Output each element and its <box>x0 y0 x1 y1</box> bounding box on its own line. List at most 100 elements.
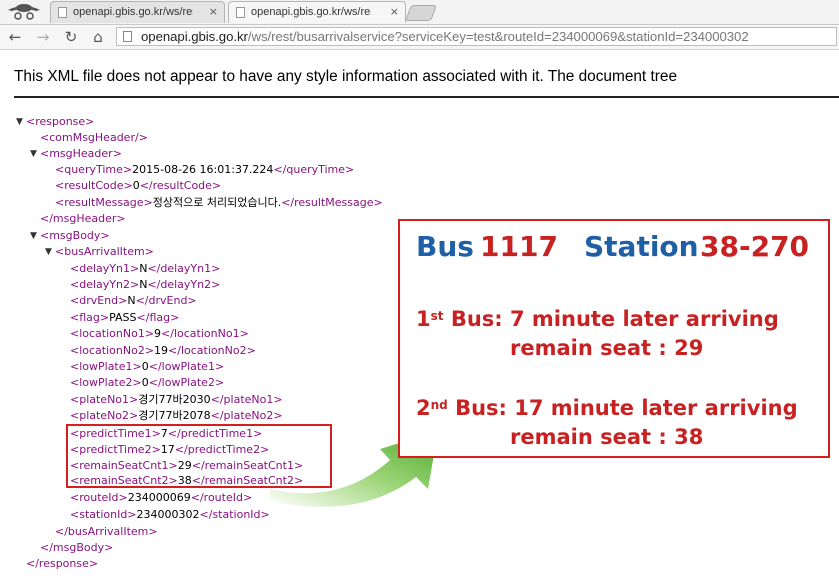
forward-button[interactable]: → <box>34 28 52 46</box>
xml-tag: <delayYn1> <box>70 262 140 275</box>
divider <box>14 96 839 98</box>
xml-value: 19 <box>154 344 169 357</box>
arrival-callout: Bus 1117 Station 38-270 1st Bus: 7 minut… <box>398 219 830 458</box>
tab-2[interactable]: openapi.gbis.go.kr/ws/res × <box>228 1 406 23</box>
collapse-toggle-icon[interactable]: ▼ <box>30 231 37 241</box>
xml-line: <busArrivalItem> <box>55 245 154 259</box>
address-bar[interactable]: openapi.gbis.go.kr/ws/rest/busarrivalser… <box>116 27 837 46</box>
xml-line: <stationId>234000302</stationId> <box>70 508 270 522</box>
xml-value: 234000302 <box>136 508 200 521</box>
xml-tag: </queryTime> <box>273 163 355 176</box>
xml-value: 0 <box>132 179 140 192</box>
xml-value: 9 <box>154 327 162 340</box>
home-button[interactable]: ⌂ <box>89 28 107 46</box>
xml-tag: <routeId> <box>70 491 128 504</box>
xml-line: </busArrivalItem> <box>55 525 158 539</box>
xml-tag: </delayYn1> <box>147 262 221 275</box>
xml-line: <delayYn2>N</delayYn2> <box>70 278 220 292</box>
xml-tag: </lowPlate2> <box>148 376 225 389</box>
xml-line: <lowPlate1>0</lowPlate1> <box>70 360 224 374</box>
station-label: Station <box>584 230 699 263</box>
xml-tag: </resultMessage> <box>281 196 383 209</box>
xml-line: <response> <box>26 115 94 129</box>
tab-close-icon[interactable]: × <box>390 5 399 18</box>
xml-line: <resultMessage>정상적으로 처리되었습니다.</resultMes… <box>55 196 383 210</box>
xml-value: 0 <box>141 376 149 389</box>
xml-tag: </msgBody> <box>40 541 114 554</box>
xml-line: </msgHeader> <box>40 212 126 226</box>
browser-toolbar: ← → ↻ ⌂ openapi.gbis.go.kr/ws/rest/busar… <box>0 25 839 50</box>
xml-line: <queryTime>2015-08-26 16:01:37.224</quer… <box>55 163 354 177</box>
xml-line: <routeId>234000069</routeId> <box>70 491 252 505</box>
xml-line: <plateNo1>경기77바2030</plateNo1> <box>70 393 283 407</box>
xml-line: </response> <box>26 557 98 571</box>
bus-number: 1117 <box>480 230 558 263</box>
xml-tag: <response> <box>26 115 95 128</box>
url-path: /ws/rest/busarrivalservice?serviceKey=te… <box>247 29 749 44</box>
xml-tag: <lowPlate2> <box>70 376 142 389</box>
xml-line: <delayYn1>N</delayYn1> <box>70 262 220 276</box>
xml-line: <plateNo2>경기77바2078</plateNo2> <box>70 409 283 423</box>
xml-tag: </response> <box>26 557 99 570</box>
second-ordinal: 2 <box>416 396 431 420</box>
tab-1[interactable]: openapi.gbis.go.kr/ws/res × <box>50 1 225 23</box>
xml-tag: </routeId> <box>190 491 253 504</box>
xml-tag: <lowPlate1> <box>70 360 142 373</box>
xml-value: 0 <box>141 360 149 373</box>
xml-tag: <busArrivalItem> <box>55 245 154 258</box>
collapse-toggle-icon[interactable]: ▼ <box>45 247 52 257</box>
xml-style-notice: This XML file does not appear to have an… <box>14 68 678 85</box>
second-ordinal-suffix: nd <box>430 398 448 412</box>
xml-tag: <delayYn2> <box>70 278 140 291</box>
xml-value: 경기77바2078 <box>138 409 211 422</box>
xml-value: PASS <box>109 311 137 324</box>
collapse-toggle-icon[interactable]: ▼ <box>30 149 37 159</box>
page-favicon-icon <box>58 7 67 18</box>
xml-line: <flag>PASS</flag> <box>70 311 179 325</box>
xml-line: <locationNo2>19</locationNo2> <box>70 344 256 358</box>
first-bus-text: Bus: 7 minute later arriving <box>443 307 779 331</box>
back-button[interactable]: ← <box>6 28 24 46</box>
xml-value: 2015-08-26 16:01:37.224 <box>132 163 274 176</box>
collapse-toggle-icon[interactable]: ▼ <box>16 117 23 127</box>
tab-title: openapi.gbis.go.kr/ws/res <box>251 6 371 18</box>
xml-tag: <locationNo2> <box>70 344 155 357</box>
second-bus-seat: remain seat : 38 <box>510 425 704 449</box>
xml-line: </msgBody> <box>40 541 113 555</box>
second-bus-text: Bus: 17 minute later arriving <box>447 396 798 420</box>
first-ordinal: 1 <box>416 307 431 331</box>
station-number: 38-270 <box>700 230 810 263</box>
xml-line: <drvEnd>N</drvEnd> <box>70 294 197 308</box>
reload-button[interactable]: ↻ <box>62 28 80 46</box>
page-icon <box>123 31 132 42</box>
xml-line: <resultCode>0</resultCode> <box>55 179 221 193</box>
xml-tag: </lowPlate1> <box>148 360 225 373</box>
tab-strip: openapi.gbis.go.kr/ws/res × openapi.gbis… <box>0 0 839 25</box>
url-host: openapi.gbis.go.kr <box>141 29 248 44</box>
xml-tag: <plateNo2> <box>70 409 139 422</box>
xml-tag: <locationNo1> <box>70 327 155 340</box>
xml-tag: </delayYn2> <box>147 278 221 291</box>
xml-tag: </flag> <box>136 311 180 324</box>
xml-tag: <drvEnd> <box>70 294 128 307</box>
new-tab-button[interactable] <box>405 5 437 21</box>
bus-label: Bus <box>416 230 474 263</box>
tab-title: openapi.gbis.go.kr/ws/res <box>73 6 193 18</box>
xml-tag: <resultCode> <box>55 179 133 192</box>
xml-tag: <flag> <box>70 311 110 324</box>
xml-value: 234000069 <box>127 491 191 504</box>
xml-value: 정상적으로 처리되었습니다. <box>152 196 282 209</box>
first-ordinal-suffix: st <box>430 309 444 323</box>
first-bus-info: 1st Bus: 7 minute later arriving <box>416 307 779 331</box>
xml-tag: <resultMessage> <box>55 196 153 209</box>
xml-tag: </locationNo2> <box>168 344 256 357</box>
xml-tag: <msgHeader> <box>40 147 122 160</box>
page-favicon-icon <box>236 7 245 18</box>
xml-tag: </locationNo1> <box>161 327 249 340</box>
url-text: openapi.gbis.go.kr/ws/rest/busarrivalser… <box>141 29 749 44</box>
first-bus-seat: remain seat : 29 <box>510 336 704 360</box>
xml-tag: </busArrivalItem> <box>55 525 158 538</box>
xml-tag: <msgBody> <box>40 229 110 242</box>
tab-close-icon[interactable]: × <box>209 5 218 18</box>
second-bus-info: 2nd Bus: 17 minute later arriving <box>416 396 798 420</box>
